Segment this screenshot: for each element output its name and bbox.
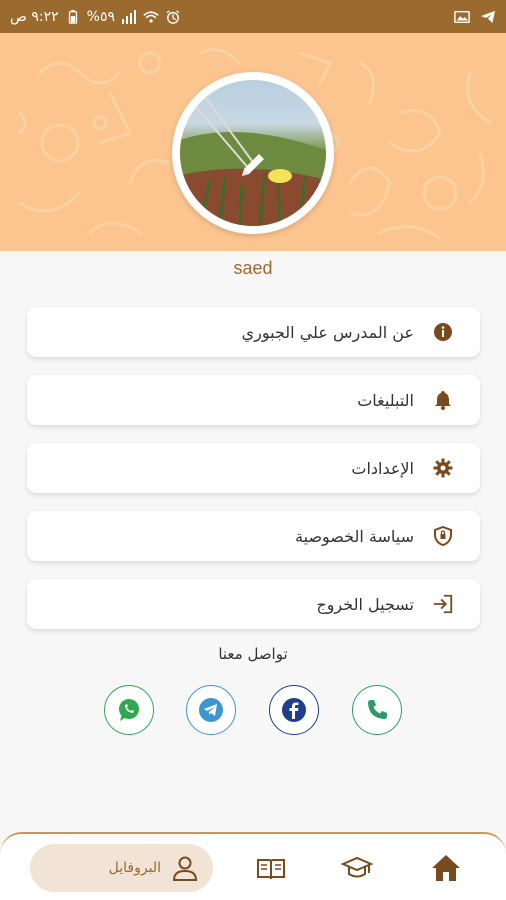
telegram-icon — [199, 698, 223, 722]
image-icon — [454, 10, 470, 23]
gear-icon — [432, 457, 454, 479]
menu-item-label: عن المدرس علي الجبوري — [241, 322, 414, 342]
username: saed — [233, 258, 273, 278]
bottom-nav: البروفايل — [0, 832, 506, 900]
whatsapp-button[interactable] — [104, 685, 154, 735]
home-icon — [432, 855, 460, 881]
bell-icon — [432, 389, 454, 411]
battery-percent: %٥٩ — [86, 8, 116, 25]
phone-button[interactable] — [352, 685, 402, 735]
nav-profile[interactable]: البروفايل — [30, 844, 213, 892]
profile-icon — [172, 856, 198, 881]
book-icon — [257, 859, 285, 880]
menu-item-privacy-policy[interactable]: سياسة الخصوصية — [27, 511, 480, 561]
graduation-cap-icon — [341, 856, 373, 878]
telegram-icon — [481, 10, 495, 23]
menu-item-about-teacher[interactable]: عن المدرس علي الجبوري — [27, 307, 480, 357]
menu-item-label: الإعدادات — [351, 458, 414, 478]
pencil-icon[interactable] — [236, 148, 270, 182]
status-left: ٩:٢٢ ص %٥٩ — [10, 9, 181, 25]
menu-item-label: تسجيل الخروج — [316, 594, 414, 614]
wifi-icon — [143, 10, 159, 23]
status-bar: ٩:٢٢ ص %٥٩ — [0, 0, 506, 33]
whatsapp-icon — [119, 699, 139, 721]
alarm-icon — [166, 9, 180, 24]
menu-item-label: سياسة الخصوصية — [295, 526, 414, 546]
menu-item-notifications[interactable]: التبليغات — [27, 375, 480, 425]
info-icon — [432, 321, 454, 343]
menu-item-label: التبليغات — [357, 390, 414, 410]
shield-icon — [432, 525, 454, 547]
nav-courses[interactable] — [341, 852, 373, 884]
status-right — [454, 10, 496, 24]
menu-item-settings[interactable]: الإعدادات — [27, 443, 480, 493]
facebook-button[interactable] — [269, 685, 319, 735]
status-time: ٩:٢٢ ص — [10, 8, 59, 25]
nav-profile-label: البروفايل — [108, 860, 161, 876]
menu-item-logout[interactable]: تسجيل الخروج — [27, 579, 480, 629]
nav-home[interactable] — [430, 852, 462, 884]
facebook-icon — [282, 698, 306, 722]
telegram-button[interactable] — [186, 685, 236, 735]
logout-icon — [432, 593, 454, 615]
contact-title: تواصل معنا — [218, 645, 288, 663]
signal-icon — [122, 9, 137, 24]
phone-icon — [368, 700, 387, 719]
nav-books[interactable] — [255, 852, 287, 884]
battery-icon — [68, 9, 77, 24]
